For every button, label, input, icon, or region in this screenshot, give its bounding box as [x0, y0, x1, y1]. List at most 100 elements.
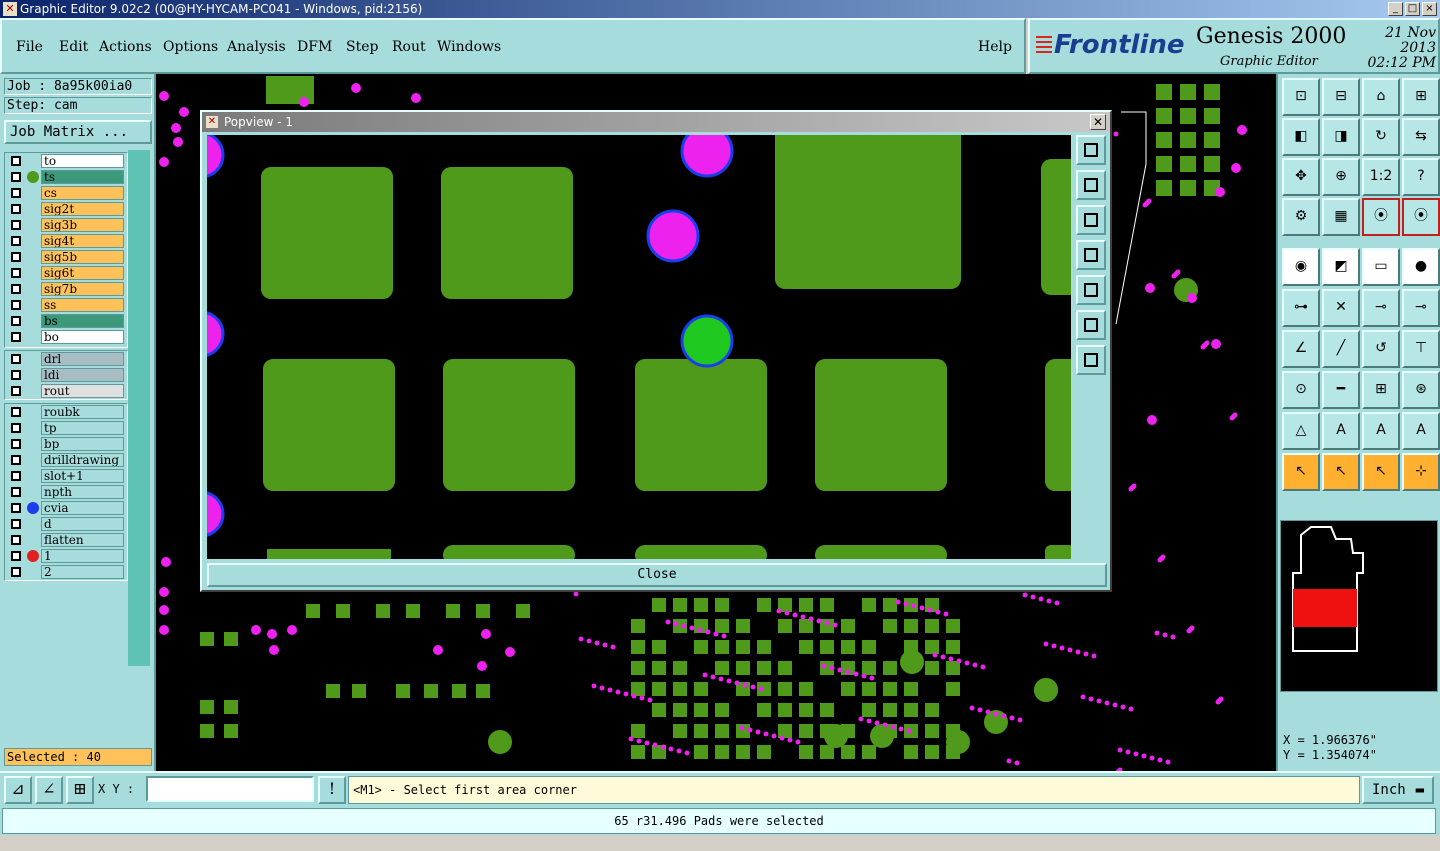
tool-button-0-2[interactable]: ⌂: [1362, 78, 1400, 116]
layer-row[interactable]: rout: [5, 383, 127, 399]
layer-name[interactable]: drilldrawing: [41, 453, 124, 467]
menu-analysis[interactable]: Analysis: [227, 39, 286, 55]
layer-checkbox[interactable]: [11, 156, 21, 166]
tool-button-3-2[interactable]: ⦿: [1362, 198, 1400, 236]
layer-checkbox[interactable]: [11, 487, 21, 497]
layer-name[interactable]: ss: [41, 298, 124, 312]
popview-zoom-fit-button[interactable]: [1076, 135, 1106, 165]
tool-button-5-2[interactable]: ⊸: [1362, 289, 1400, 327]
layer-checkbox[interactable]: [11, 439, 21, 449]
popview-zoom-view[interactable]: [207, 135, 1071, 559]
layer-name[interactable]: sig4t: [41, 234, 124, 248]
tool-button-7-1[interactable]: ━: [1322, 371, 1360, 409]
tool-button-4-1[interactable]: ◩: [1322, 248, 1360, 286]
tool-button-0-3[interactable]: ⊞: [1402, 78, 1440, 116]
tool-button-6-1[interactable]: ╱: [1322, 330, 1360, 368]
layer-row[interactable]: bs: [5, 313, 127, 329]
layer-checkbox[interactable]: [11, 551, 21, 561]
menu-actions[interactable]: Actions: [99, 39, 152, 55]
layer-checkbox[interactable]: [11, 519, 21, 529]
tool-button-7-0[interactable]: ⊙: [1282, 371, 1320, 409]
layer-row[interactable]: 2: [5, 564, 127, 580]
layer-name[interactable]: drl: [41, 352, 124, 366]
popview-close-button[interactable]: Close: [207, 563, 1107, 587]
layer-name[interactable]: sig6t: [41, 266, 124, 280]
tool-button-4-3[interactable]: ●: [1402, 248, 1440, 286]
popview-pan-right-button[interactable]: [1076, 275, 1106, 305]
layer-row[interactable]: bo: [5, 329, 127, 345]
layer-scroll-strip[interactable]: [128, 150, 150, 666]
close-window-button[interactable]: ×: [1422, 2, 1437, 16]
layer-name[interactable]: bp: [41, 437, 124, 451]
tool-button-8-3[interactable]: A: [1402, 412, 1440, 450]
tool-button-2-2[interactable]: 1:2: [1362, 158, 1400, 196]
alert-button[interactable]: !: [318, 776, 346, 804]
job-matrix-button[interactable]: Job Matrix ...: [4, 120, 152, 144]
layer-checkbox[interactable]: [11, 471, 21, 481]
layer-checkbox[interactable]: [11, 284, 21, 294]
layer-checkbox[interactable]: [11, 386, 21, 396]
layer-name[interactable]: bo: [41, 330, 124, 344]
menu-dfm[interactable]: DFM: [297, 39, 332, 55]
layer-name[interactable]: slot+1: [41, 469, 124, 483]
layer-checkbox[interactable]: [11, 204, 21, 214]
tool-button-9-1[interactable]: ↖: [1322, 453, 1360, 491]
tool-button-5-0[interactable]: ⊶: [1282, 289, 1320, 327]
layer-name[interactable]: to: [41, 154, 124, 168]
layer-row[interactable]: tp: [5, 420, 127, 436]
layer-row[interactable]: to: [5, 153, 127, 169]
tool-button-3-1[interactable]: ▦: [1322, 198, 1360, 236]
layer-row[interactable]: sig2t: [5, 201, 127, 217]
popview-zoom-in-button[interactable]: [1076, 310, 1106, 340]
layer-name[interactable]: roubk: [41, 405, 124, 419]
snap-mode-button[interactable]: ⊿: [4, 776, 32, 804]
tool-button-5-3[interactable]: ⊸: [1402, 289, 1440, 327]
layer-name[interactable]: flatten: [41, 533, 124, 547]
layer-row[interactable]: drilldrawing: [5, 452, 127, 468]
popview-close-icon[interactable]: ✕: [1090, 114, 1106, 130]
layer-checkbox[interactable]: [11, 300, 21, 310]
layer-checkbox[interactable]: [11, 316, 21, 326]
tool-button-9-0[interactable]: ↖: [1282, 453, 1320, 491]
layer-row[interactable]: drl: [5, 351, 127, 367]
layer-row[interactable]: cs: [5, 185, 127, 201]
layer-name[interactable]: ldi: [41, 368, 124, 382]
layer-checkbox[interactable]: [11, 370, 21, 380]
layer-name[interactable]: npth: [41, 485, 124, 499]
layer-checkbox[interactable]: [11, 407, 21, 417]
layer-row[interactable]: d: [5, 516, 127, 532]
layer-row[interactable]: sig3b: [5, 217, 127, 233]
layer-checkbox[interactable]: [11, 332, 21, 342]
tool-button-1-2[interactable]: ↻: [1362, 118, 1400, 156]
tool-button-9-3[interactable]: ⊹: [1402, 453, 1440, 491]
tool-button-4-0[interactable]: ◉: [1282, 248, 1320, 286]
layer-checkbox[interactable]: [11, 236, 21, 246]
layer-row[interactable]: sig7b: [5, 281, 127, 297]
layer-row[interactable]: npth: [5, 484, 127, 500]
tool-button-2-3[interactable]: ?: [1402, 158, 1440, 196]
tool-button-2-0[interactable]: ✥: [1282, 158, 1320, 196]
menu-rout[interactable]: Rout: [392, 39, 426, 55]
layer-row[interactable]: sig5b: [5, 249, 127, 265]
layer-name[interactable]: bs: [41, 314, 124, 328]
layer-name[interactable]: ts: [41, 170, 124, 184]
layer-name[interactable]: sig2t: [41, 202, 124, 216]
layer-checkbox[interactable]: [11, 455, 21, 465]
tool-button-0-0[interactable]: ⊡: [1282, 78, 1320, 116]
menu-options[interactable]: Options: [163, 39, 218, 55]
tool-button-5-1[interactable]: ✕: [1322, 289, 1360, 327]
menu-step[interactable]: Step: [346, 39, 378, 55]
layer-checkbox[interactable]: [11, 172, 21, 182]
layer-checkbox[interactable]: [11, 268, 21, 278]
layer-name[interactable]: cvia: [41, 501, 124, 515]
grid-mode-button[interactable]: ⊞: [66, 776, 94, 804]
tool-button-0-1[interactable]: ⊟: [1322, 78, 1360, 116]
layer-checkbox[interactable]: [11, 503, 21, 513]
popview-pan-up-button[interactable]: [1076, 170, 1106, 200]
layer-row[interactable]: roubk: [5, 404, 127, 420]
layer-name[interactable]: sig7b: [41, 282, 124, 296]
layer-row[interactable]: ss: [5, 297, 127, 313]
tool-button-7-3[interactable]: ⊛: [1402, 371, 1440, 409]
tool-button-8-0[interactable]: △: [1282, 412, 1320, 450]
layer-row[interactable]: 1: [5, 548, 127, 564]
